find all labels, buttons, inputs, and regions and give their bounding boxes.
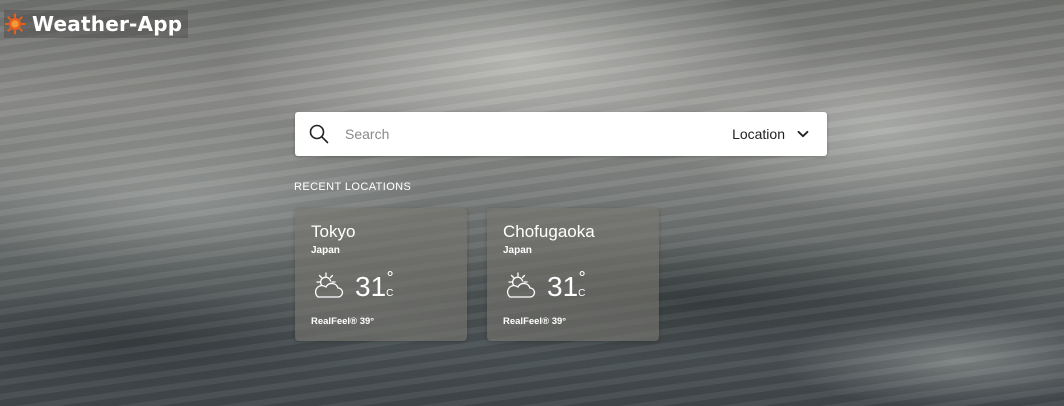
card-city: Tokyo <box>311 222 356 241</box>
recent-locations-list: Tokyo Japan 31 ° C RealFeel® 39° Chofuga… <box>295 208 659 341</box>
recent-locations-heading: RECENT LOCATIONS <box>294 181 412 193</box>
unit-letter: C <box>386 288 394 299</box>
sun-icon <box>4 13 26 35</box>
card-weather: 31 ° C <box>311 268 451 304</box>
degree-symbol: ° <box>578 268 587 287</box>
location-label: Location <box>732 126 785 142</box>
search-icon[interactable] <box>309 124 329 144</box>
partly-cloudy-icon <box>314 272 344 298</box>
search-input[interactable] <box>343 118 733 150</box>
card-realfeel: RealFeel® 39° <box>503 316 567 327</box>
location-card-chofugaoka[interactable]: Chofugaoka Japan 31 ° C RealFeel® 39° <box>487 208 659 341</box>
card-country: Japan <box>503 245 532 256</box>
card-country: Japan <box>311 245 340 256</box>
card-temperature: 31 <box>547 271 579 302</box>
location-card-tokyo[interactable]: Tokyo Japan 31 ° C RealFeel® 39° <box>295 208 467 341</box>
card-temperature: 31 <box>355 271 387 302</box>
temperature-unit: ° C <box>386 268 398 302</box>
temperature-unit: ° C <box>578 268 590 302</box>
card-realfeel: RealFeel® 39° <box>311 316 375 327</box>
degree-symbol: ° <box>386 268 395 287</box>
background-clouds <box>0 0 1064 406</box>
chevron-down-icon <box>797 130 809 138</box>
card-city: Chofugaoka <box>503 222 595 241</box>
app-title: Weather-App <box>32 12 183 36</box>
app-brand: Weather-App <box>4 10 189 38</box>
card-weather: 31 ° C <box>503 268 643 304</box>
location-dropdown[interactable]: Location <box>732 126 809 142</box>
partly-cloudy-icon <box>506 272 536 298</box>
search-bar: Location <box>295 112 827 156</box>
unit-letter: C <box>578 288 586 299</box>
